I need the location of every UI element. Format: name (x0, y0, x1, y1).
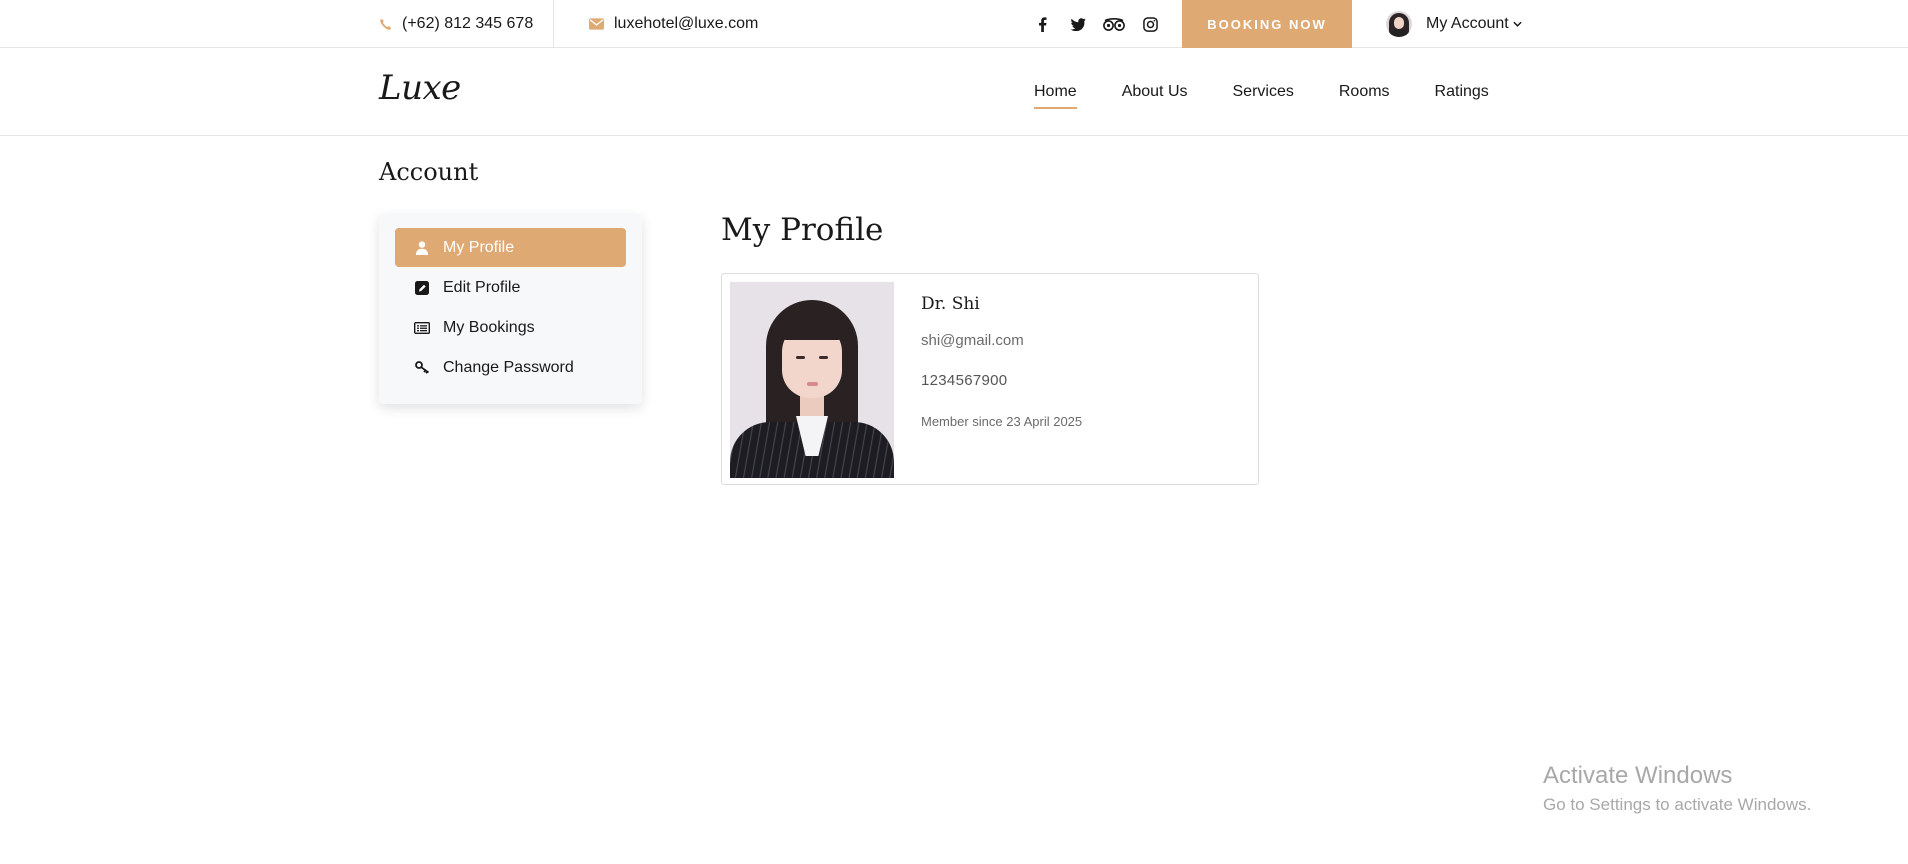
page-title: Account (379, 158, 479, 186)
profile-card: Dr. Shi shi@gmail.com 1234567900 Member … (721, 273, 1259, 485)
list-icon (413, 321, 431, 334)
nav-rooms[interactable]: Rooms (1339, 77, 1390, 107)
profile-phone: 1234567900 (921, 372, 1008, 389)
nav-home[interactable]: Home (1034, 77, 1077, 109)
watermark-title: Activate Windows (1543, 762, 1733, 789)
site-logo[interactable]: Luxe (379, 68, 461, 108)
profile-member-since: Member since 23 April 2025 (921, 414, 1083, 429)
twitter-icon[interactable] (1060, 17, 1096, 31)
chevron-down-icon (1513, 18, 1522, 30)
main-header: Luxe Home About Us Services Rooms Rating… (0, 48, 1908, 136)
nav-about-us[interactable]: About Us (1122, 77, 1188, 107)
sidebar-item-edit-profile[interactable]: Edit Profile (395, 268, 626, 307)
booking-now-button[interactable]: BOOKING NOW (1182, 0, 1352, 48)
sidebar-item-my-bookings[interactable]: My Bookings (395, 308, 626, 347)
top-bar: (+62) 812 345 678 luxehotel@luxe.com BOO… (0, 0, 1908, 48)
edit-icon (413, 280, 431, 295)
sidebar-item-label: Change Password (443, 358, 574, 376)
windows-activation-watermark: Activate Windows Go to Settings to activ… (1543, 762, 1811, 815)
contact-email: luxehotel@luxe.com (589, 0, 758, 48)
nav-ratings[interactable]: Ratings (1435, 77, 1489, 107)
facebook-icon[interactable] (1024, 16, 1060, 32)
sidebar-item-my-profile[interactable]: My Profile (395, 228, 626, 267)
envelope-icon (589, 18, 604, 30)
sidebar-item-label: My Profile (443, 238, 515, 256)
contact-phone-text: (+62) 812 345 678 (402, 15, 534, 32)
user-icon (413, 240, 431, 255)
topbar-divider (553, 0, 554, 48)
instagram-icon[interactable] (1132, 16, 1168, 32)
contact-phone: (+62) 812 345 678 (379, 0, 533, 48)
contact-email-text: luxehotel@luxe.com (614, 15, 759, 32)
phone-icon (379, 18, 392, 31)
account-sidebar: My Profile Edit Profile My Bookings Chan… (379, 214, 642, 404)
tripadvisor-icon[interactable] (1096, 17, 1132, 31)
social-links (1024, 0, 1168, 48)
profile-email: shi@gmail.com (921, 332, 1024, 349)
sidebar-item-change-password[interactable]: Change Password (395, 348, 626, 387)
sidebar-item-label: Edit Profile (443, 278, 521, 296)
profile-heading: My Profile (721, 212, 884, 248)
nav-services[interactable]: Services (1233, 77, 1294, 107)
sidebar-item-label: My Bookings (443, 318, 535, 336)
key-icon (413, 361, 431, 374)
profile-photo (730, 282, 894, 478)
main-nav: Home About Us Services Rooms Ratings (1034, 48, 1534, 136)
profile-name: Dr. Shi (921, 294, 980, 314)
my-account-dropdown[interactable]: My Account (1386, 0, 1522, 48)
avatar (1386, 11, 1412, 37)
my-account-label: My Account (1426, 15, 1509, 32)
watermark-subtitle: Go to Settings to activate Windows. (1543, 795, 1812, 814)
